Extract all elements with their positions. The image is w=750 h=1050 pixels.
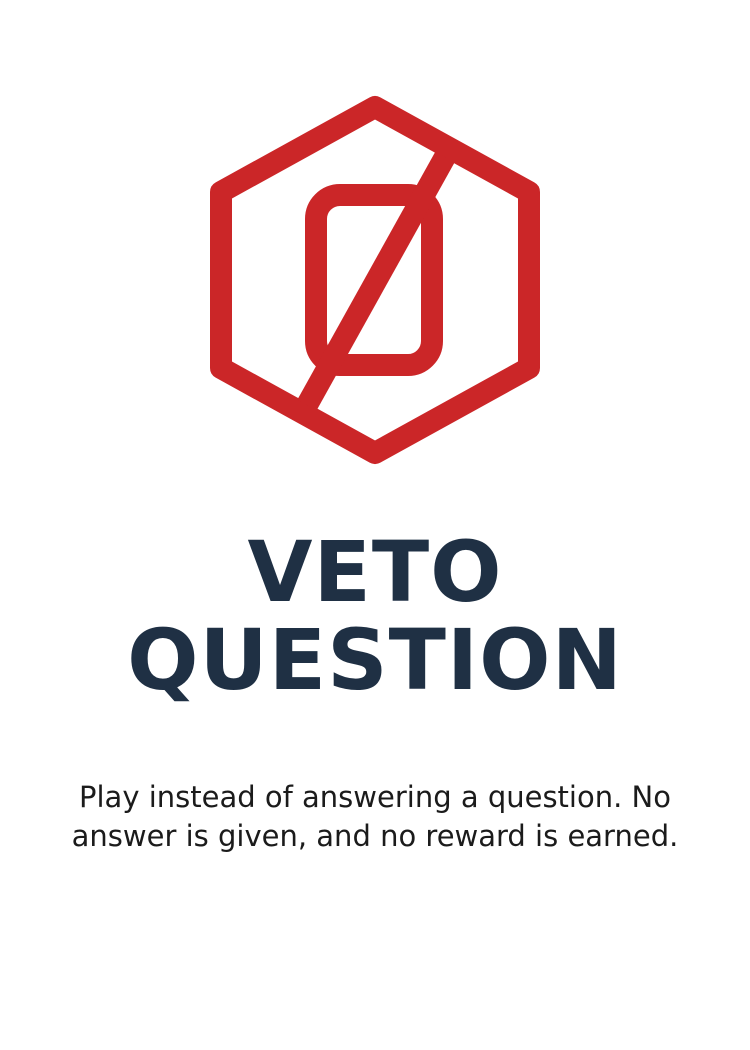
card-title: VETO QUESTION (0, 528, 750, 704)
title-line-2: QUESTION (127, 611, 623, 709)
card: VETO QUESTION Play instead of answering … (0, 0, 750, 1050)
card-description: Play instead of answering a question. No… (71, 780, 679, 853)
veto-hexagon-icon (205, 95, 545, 465)
title-line-1: VETO (247, 523, 503, 621)
